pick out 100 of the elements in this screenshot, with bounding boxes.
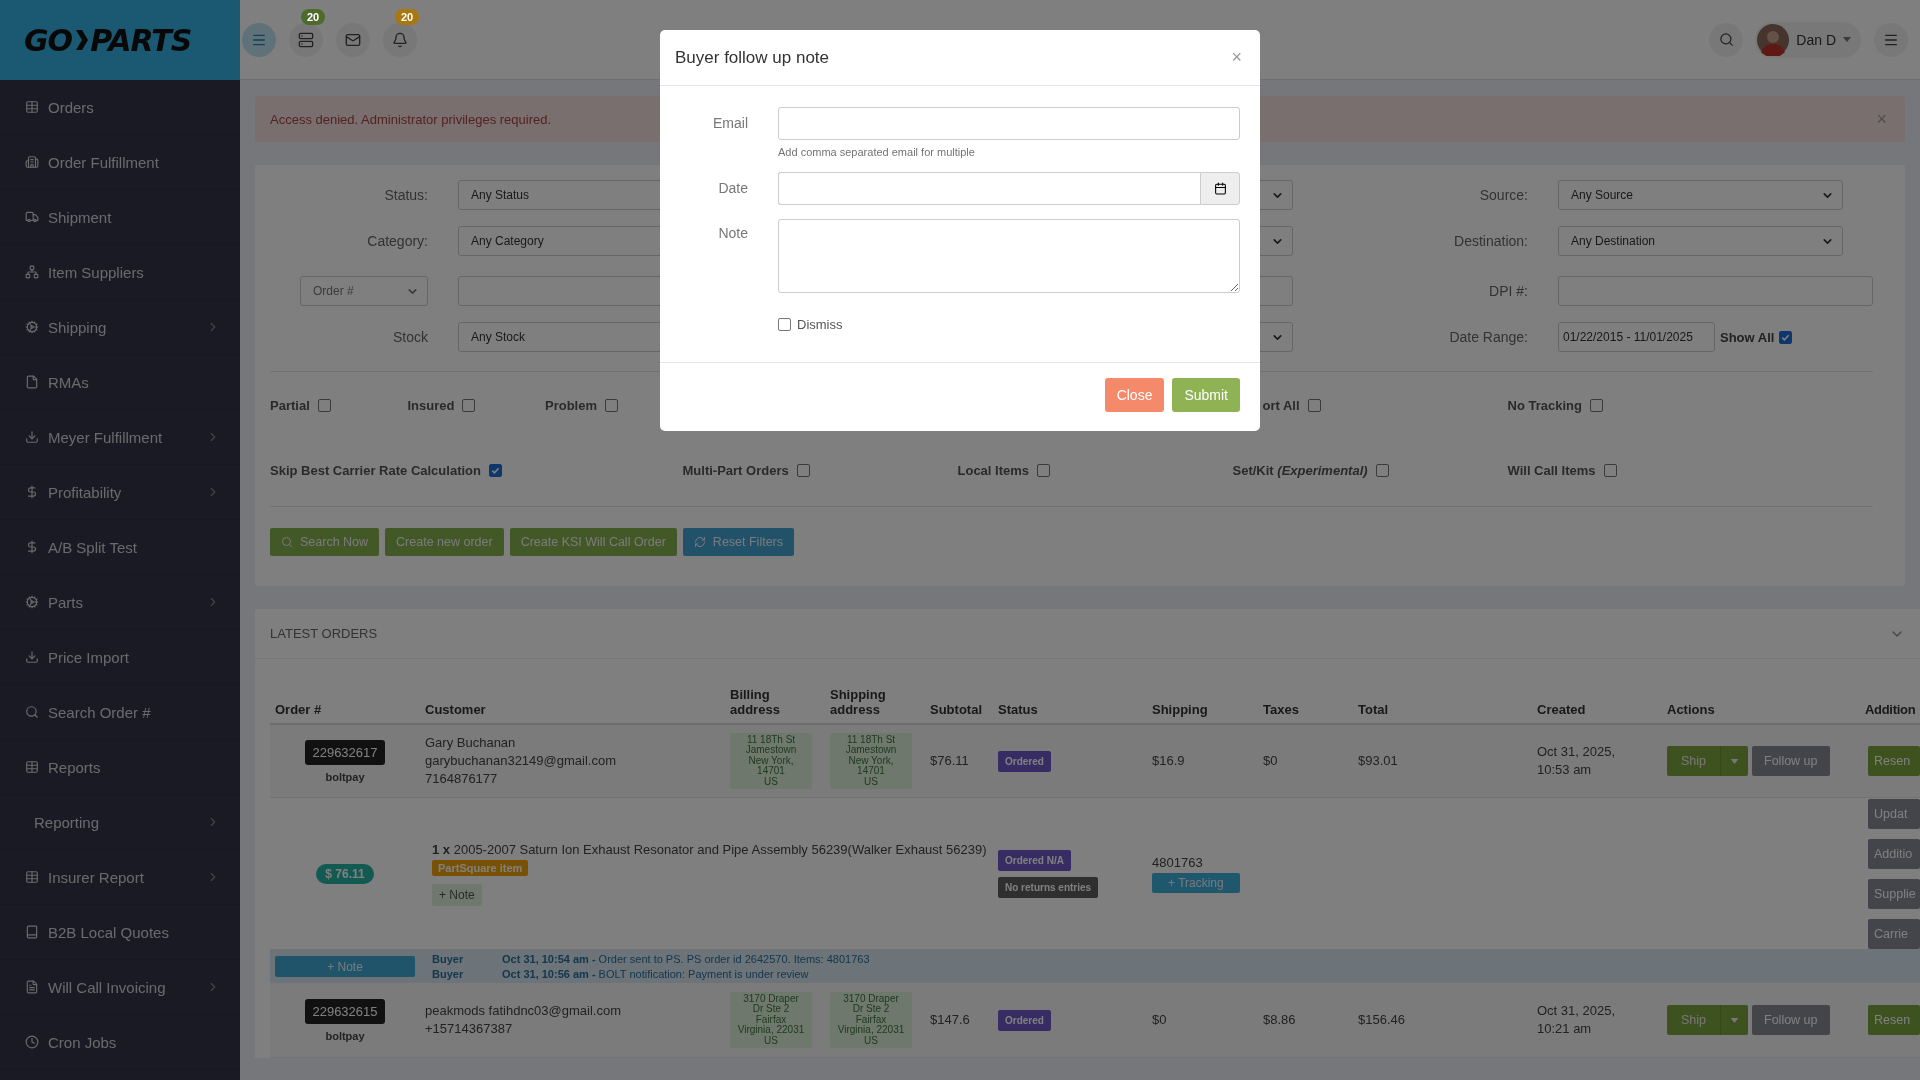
resend-button[interactable]: Resen bbox=[1868, 1005, 1920, 1035]
column-header: Subtotal bbox=[929, 702, 983, 717]
resend-button[interactable]: Resen bbox=[1868, 746, 1920, 776]
check-icon bbox=[490, 466, 500, 475]
calendar-button[interactable] bbox=[1200, 172, 1240, 205]
item-description: 1 x 2005-2007 Saturn Ion Exhaust Resonator and Pipe Assembly 56239(Walker Exhaust 56239) bbox=[432, 841, 987, 860]
dismiss-label: Dismiss bbox=[797, 317, 843, 332]
item-tag: PartSquare item bbox=[432, 859, 529, 876]
order-number: 229632615 bbox=[305, 998, 385, 1024]
email-field[interactable] bbox=[778, 107, 1240, 140]
column-header: Billing address bbox=[729, 687, 781, 717]
column-header: Shipping bbox=[1151, 702, 1209, 717]
calendar-icon bbox=[1213, 182, 1227, 195]
add-note-button[interactable]: + Note bbox=[275, 956, 415, 977]
field-label: Email bbox=[712, 114, 748, 131]
close-button[interactable]: Close bbox=[1104, 378, 1165, 412]
alert-message: Access denied. Administrator privileges required. bbox=[270, 111, 552, 127]
column-header: Customer bbox=[424, 702, 487, 717]
add-note-button[interactable]: + Note bbox=[432, 883, 482, 906]
clock-icon bbox=[25, 1035, 39, 1049]
filter-label: Status: bbox=[383, 187, 429, 203]
checkbox[interactable] bbox=[1307, 399, 1321, 412]
close-button[interactable]: × bbox=[1231, 47, 1242, 68]
checkbox[interactable] bbox=[462, 399, 476, 412]
checkbox[interactable] bbox=[1603, 464, 1617, 477]
network-icon bbox=[25, 265, 39, 279]
checkbox[interactable] bbox=[1375, 464, 1389, 477]
column-header: Taxes bbox=[1262, 702, 1300, 717]
filter-button[interactable]: Create new order bbox=[385, 528, 504, 556]
note-field[interactable] bbox=[778, 219, 1240, 293]
option-label: Problem bbox=[545, 398, 597, 413]
filter-button[interactable]: Reset Filters bbox=[682, 528, 794, 556]
column-header: Status bbox=[997, 702, 1039, 717]
payment-method: boltpay bbox=[325, 770, 365, 783]
server-icon bbox=[298, 31, 314, 48]
date-field[interactable] bbox=[778, 172, 1200, 205]
table-icon bbox=[25, 870, 39, 884]
option-label: ort All bbox=[1262, 398, 1300, 413]
taxes-cell-text: $0 bbox=[1263, 751, 1278, 770]
option-label: No Tracking bbox=[1507, 398, 1582, 413]
refresh-icon bbox=[693, 536, 706, 548]
option-label: Will Call Items bbox=[1507, 463, 1596, 478]
total-cell-text: $93.01 bbox=[1358, 751, 1398, 770]
bell-button[interactable] bbox=[383, 22, 417, 57]
server-button[interactable] bbox=[289, 22, 323, 57]
dollar-icon bbox=[25, 485, 39, 499]
filter-label: Destination: bbox=[1453, 233, 1529, 249]
created-cell-text: Oct 31, 2025, 10:53 am bbox=[1537, 742, 1616, 779]
count-badge: 20 bbox=[395, 8, 420, 25]
checkbox[interactable] bbox=[778, 318, 791, 331]
status-badge: No returns entries bbox=[998, 876, 1099, 898]
file-icon bbox=[25, 980, 39, 994]
checkbox[interactable] bbox=[605, 399, 618, 412]
checkbox[interactable] bbox=[1037, 464, 1051, 477]
column-header: Order # bbox=[274, 702, 323, 717]
ship-button[interactable]: Ship bbox=[1667, 746, 1749, 776]
goparts-logo: GO PARTS bbox=[24, 22, 192, 58]
checkbox[interactable] bbox=[1589, 399, 1603, 412]
mail-button[interactable] bbox=[336, 22, 370, 57]
filter-label: Source: bbox=[1478, 187, 1529, 203]
column-header: Created bbox=[1536, 702, 1587, 717]
select-field[interactable]: Any Destination bbox=[1558, 226, 1843, 256]
option-label: Insured bbox=[407, 398, 455, 413]
download-icon bbox=[25, 430, 39, 444]
filter-label: Category: bbox=[366, 233, 429, 249]
status-badge: Ordered bbox=[998, 750, 1051, 772]
menu-button[interactable] bbox=[1874, 22, 1908, 57]
billing-address: 11 18Th St Jamestown New York, 14701 US bbox=[730, 732, 812, 790]
order-number: 229632617 bbox=[305, 739, 385, 765]
customer-info: garybuchanan32149@gmail.com bbox=[425, 751, 616, 770]
menu-button[interactable] bbox=[242, 22, 276, 57]
checkbox[interactable] bbox=[796, 464, 810, 477]
caret-icon bbox=[1843, 37, 1851, 42]
panel-title: LATEST ORDERS bbox=[270, 626, 378, 641]
checkbox[interactable] bbox=[488, 464, 502, 477]
tracking-button[interactable]: + Tracking bbox=[1152, 872, 1240, 893]
customer-info: 7164876177 bbox=[425, 770, 498, 789]
filter-button[interactable]: Create KSI Will Call Order bbox=[509, 528, 677, 556]
close-button[interactable]: × bbox=[1876, 108, 1887, 130]
column-header: Actions bbox=[1666, 702, 1716, 717]
option-label: Partial bbox=[270, 398, 310, 413]
checkbox[interactable] bbox=[317, 399, 331, 412]
ship-button[interactable]: Ship bbox=[1667, 1005, 1749, 1035]
text-field[interactable] bbox=[1558, 276, 1873, 306]
user-menu[interactable]: Dan D bbox=[1755, 21, 1861, 58]
filter-button[interactable]: Search Now bbox=[270, 528, 380, 556]
date-range-field[interactable]: 01/22/2015 - 11/01/2025 bbox=[1558, 322, 1715, 352]
shipping-address: 3170 Draper Dr Ste 2 Fairfax Virginia, 22031 US bbox=[830, 991, 912, 1049]
column-header: Total bbox=[1357, 702, 1390, 717]
filter-label: Date Range: bbox=[1448, 329, 1529, 345]
filter-label: Stock bbox=[392, 329, 429, 345]
select-field[interactable]: Any Source bbox=[1558, 180, 1843, 210]
select-field[interactable]: Order # bbox=[300, 276, 428, 306]
submit-button[interactable]: Submit bbox=[1172, 378, 1240, 412]
created-cell-text: Oct 31, 2025, 10:21 am bbox=[1537, 1001, 1616, 1038]
search-button[interactable] bbox=[1709, 22, 1744, 57]
checkbox[interactable] bbox=[1779, 330, 1793, 344]
subtotal-cell-text: $147.6 bbox=[930, 1010, 970, 1029]
gear-icon bbox=[25, 595, 39, 609]
check-icon bbox=[1781, 332, 1791, 342]
